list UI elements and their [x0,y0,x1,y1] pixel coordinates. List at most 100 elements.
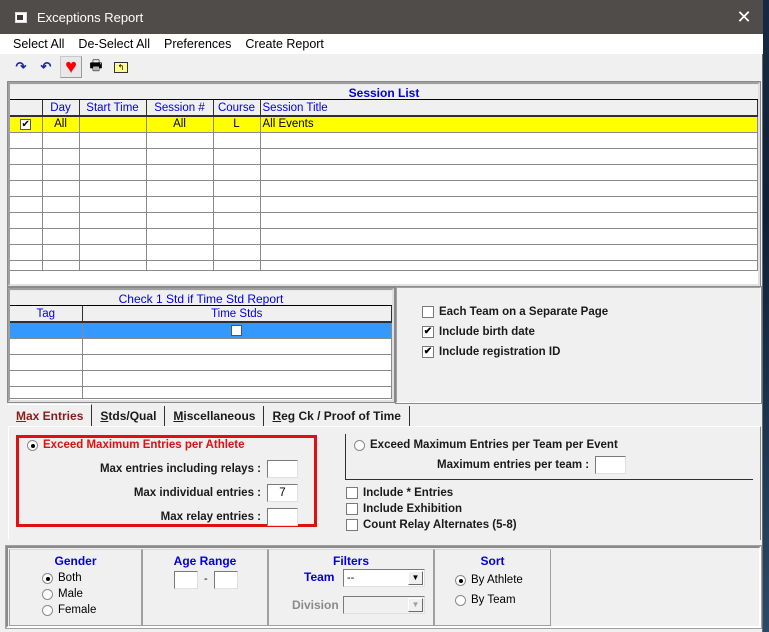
table-row[interactable] [10,386,392,399]
checkbox-label: Include Exhibition [363,503,463,515]
checkbox-label: Include * Entries [363,487,454,499]
radio-label: By Team [471,594,516,606]
radio-unselected[interactable] [354,439,365,451]
table-row[interactable] [10,212,758,229]
team-label: Team [304,570,335,584]
max-individual-entries-input[interactable]: 7 [267,484,298,502]
menu-select-all[interactable]: Select All [13,37,64,51]
checkbox[interactable] [346,487,358,499]
exceed-max-per-athlete-radio[interactable]: Exceed Maximum Entries per Athlete [27,439,245,451]
table-row[interactable] [10,260,758,271]
close-icon[interactable]: ✕ [733,6,755,28]
count-relay-alternates-checkbox[interactable]: Count Relay Alternates (5-8) [346,519,517,531]
checkbox[interactable] [346,519,358,531]
radio-unselected[interactable] [42,604,53,616]
include-exhibition-checkbox[interactable]: Include Exhibition [346,503,462,515]
radio-selected[interactable] [455,574,466,586]
max-entries-per-team-input[interactable] [595,456,627,474]
title-bar: Exceptions Report ✕ [0,0,763,34]
radio-label: Both [58,572,82,584]
tab-miscellaneous[interactable]: Miscellaneous [165,406,265,426]
checkbox[interactable]: ✔ [422,346,434,358]
exceed-max-per-team-radio[interactable]: Exceed Maximum Entries per Team per Even… [354,439,618,451]
include-registration-id-checkbox[interactable]: ✔ Include registration ID [422,346,560,358]
division-dropdown[interactable]: ▼ [343,596,425,614]
table-row[interactable] [10,164,758,181]
team-dropdown[interactable]: -- ▼ [343,569,425,587]
tab-max-entries[interactable]: Max Entries [8,404,93,426]
max-entries-including-relays-input[interactable] [267,460,298,478]
radio-unselected[interactable] [42,588,53,600]
table-row[interactable] [10,370,392,387]
radio-unselected[interactable] [455,594,466,606]
menu-preferences[interactable]: Preferences [164,37,231,51]
redo-icon[interactable]: ↷ [10,56,32,78]
cell-session-num: All [146,116,214,133]
max-entries-per-team-row: Maximum entries per team : [437,456,627,474]
cell-time-std[interactable] [82,322,392,339]
age-range-group: Age Range - [142,549,268,626]
print-icon[interactable]: 🖶 [85,56,107,78]
session-header-row: Day Start Time Session # Course Session … [10,100,758,117]
chevron-down-icon[interactable]: ▼ [408,598,423,612]
gender-male-radio[interactable]: Male [42,588,83,600]
col-day[interactable]: Day [42,100,80,117]
checkbox-label: Each Team on a Separate Page [439,306,609,318]
undo-icon[interactable]: ↶ [35,56,57,78]
table-row[interactable] [10,338,392,355]
max-relay-entries-input[interactable] [267,508,298,526]
menu-deselect-all[interactable]: De-Select All [78,37,150,51]
sort-by-athlete-radio[interactable]: By Athlete [455,574,523,586]
radio-label: By Athlete [471,574,523,586]
age-from-input[interactable] [174,571,198,589]
col-tag[interactable]: Tag [10,306,83,323]
menu-create-report[interactable]: Create Report [245,37,324,51]
col-time-stds[interactable]: Time Stds [82,306,392,323]
chevron-down-icon[interactable]: ▼ [408,571,423,585]
table-row[interactable] [10,228,758,245]
table-row[interactable] [10,196,758,213]
tab-reg-ck-proof-of-time[interactable]: Reg Ck / Proof of Time [264,406,410,426]
max-relay-entries-row: Max relay entries : [161,508,298,526]
radio-selected[interactable] [42,572,53,584]
table-row[interactable]: ✔ All All L All Events [10,116,758,133]
time-stds-grid: Check 1 Std if Time Std Report Tag Time … [7,287,395,403]
radio-label: Male [58,588,83,600]
time-std-checkbox[interactable] [231,324,243,336]
tab-stds-qual[interactable]: Stds/Qual [92,406,166,426]
heart-icon[interactable]: ♥ [60,56,82,78]
col-session-title[interactable]: Session Title [260,100,758,117]
checkbox[interactable] [346,503,358,515]
age-range-title: Age Range [173,554,237,568]
radio-label: Exceed Maximum Entries per Team per Even… [370,439,618,451]
col-session-num[interactable]: Session # [146,100,214,117]
table-row[interactable] [10,180,758,197]
age-to-input[interactable] [214,571,238,589]
checkbox[interactable]: ✔ [422,326,434,338]
folder-up-icon[interactable]: ↰ [110,56,132,78]
cell-day: All [42,116,80,133]
table-row[interactable] [10,244,758,261]
gender-both-radio[interactable]: Both [42,572,82,584]
table-row[interactable] [10,148,758,165]
checkbox-checked[interactable]: ✔ [20,118,32,130]
sort-by-team-radio[interactable]: By Team [455,594,516,606]
toolbar: ↷ ↶ ♥ 🖶 ↰ [0,54,763,80]
table-row[interactable] [10,132,758,149]
include-birth-date-checkbox[interactable]: ✔ Include birth date [422,326,535,338]
row-checkbox[interactable]: ✔ [10,116,43,133]
age-separator: - [204,573,208,585]
table-row[interactable] [10,322,392,339]
col-course[interactable]: Course [213,100,261,117]
checkbox[interactable] [422,306,434,318]
team-dropdown-value: -- [347,572,355,584]
app-icon [15,11,27,23]
radio-selected[interactable] [27,439,38,451]
gender-title: Gender [54,554,97,568]
gender-female-radio[interactable]: Female [42,604,96,616]
sort-group: Sort By Athlete By Team [434,549,551,626]
include-star-entries-checkbox[interactable]: Include * Entries [346,487,453,499]
table-row[interactable] [10,354,392,371]
each-team-separate-page-checkbox[interactable]: Each Team on a Separate Page [422,306,608,318]
col-start-time[interactable]: Start Time [79,100,147,117]
